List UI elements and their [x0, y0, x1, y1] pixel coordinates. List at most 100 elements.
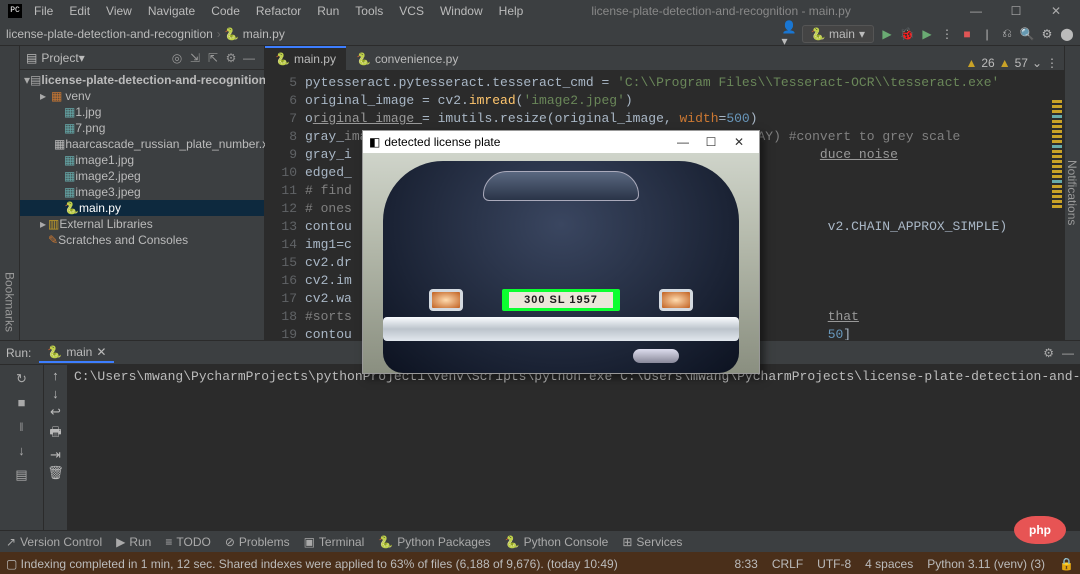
up-icon[interactable]: ↑ — [52, 369, 60, 384]
tree-item-external-libraries[interactable]: ▸▥ External Libraries — [20, 216, 264, 232]
notifications-tool-button[interactable]: Notifications — [1065, 150, 1079, 235]
project-tree[interactable]: ▾▤ license-plate-detection-and-recogniti… — [20, 70, 264, 250]
line-separator[interactable]: CRLF — [772, 557, 803, 571]
folder-icon: ▤ — [26, 51, 37, 65]
menu-navigate[interactable]: Navigate — [140, 2, 203, 20]
popup-minimize-button[interactable]: — — [669, 135, 697, 149]
services-button[interactable]: ⊞ Services — [622, 535, 682, 549]
popup-maximize-button[interactable]: ☐ — [697, 135, 725, 149]
menu-file[interactable]: File — [26, 2, 61, 20]
todo-tool-button[interactable]: ≡ TODO — [165, 535, 210, 549]
user-icon[interactable]: 👤▾ — [782, 27, 796, 41]
run-icon[interactable]: ▶ — [880, 27, 894, 41]
tree-item-haarcascade_russian_plate_number-xml[interactable]: ▦ haarcascade_russian_plate_number.xml — [20, 136, 264, 152]
python-console-button[interactable]: 🐍 Python Console — [505, 535, 609, 549]
stop-icon[interactable]: ■ — [12, 393, 32, 413]
debug-icon[interactable]: 🐞 — [900, 27, 914, 41]
editor-tab-convenience-py[interactable]: 🐍convenience.py — [346, 46, 468, 70]
run-config-dropdown[interactable]: 🐍 main ▾ — [802, 25, 874, 43]
project-panel-title[interactable]: Project — [41, 51, 78, 65]
tree-item-scratches-and-consoles[interactable]: ✎ Scratches and Consoles — [20, 232, 264, 248]
tree-root[interactable]: ▾▤ license-plate-detection-and-recogniti… — [20, 72, 264, 88]
gear-icon[interactable]: ⚙ — [1040, 27, 1054, 41]
gear-icon[interactable]: ⚙ — [222, 49, 240, 67]
target-icon[interactable]: ◎ — [168, 49, 186, 67]
minimize-button[interactable]: — — [956, 0, 996, 22]
wrap-icon[interactable]: ↩ — [50, 405, 61, 420]
menu-help[interactable]: Help — [491, 2, 532, 20]
frames-icon[interactable]: ▤ — [12, 465, 32, 485]
maximize-button[interactable]: ☐ — [996, 0, 1036, 22]
bookmarks-tool-button[interactable]: Bookmarks — [1, 264, 19, 340]
left-tool-strip: Project Bookmarks Structure — [0, 46, 20, 340]
indent-setting[interactable]: 4 spaces — [865, 557, 913, 571]
python-packages-button[interactable]: 🐍 Python Packages — [378, 535, 490, 549]
license-plate-detection: 300 SL 1957 — [502, 289, 620, 311]
chevron-down-icon[interactable]: ▾ — [79, 51, 85, 65]
print-icon[interactable]: 🖶 — [49, 423, 61, 445]
collapse-icon[interactable]: ⇱ — [204, 49, 222, 67]
menu-view[interactable]: View — [98, 2, 140, 20]
expand-icon[interactable]: ⇲ — [186, 49, 204, 67]
main-menu: FileEditViewNavigateCodeRefactorRunTools… — [26, 2, 531, 20]
hints-icon[interactable]: ⌄ — [1032, 56, 1042, 70]
down-icon[interactable]: ↓ — [52, 387, 60, 402]
warnings-icon[interactable]: ▲ — [965, 56, 977, 70]
minimap[interactable] — [1050, 70, 1064, 340]
tree-item-1-jpg[interactable]: ▦ 1.jpg — [20, 104, 264, 120]
editor-tabs: 🐍main.py🐍convenience.py ▲ 26 ▲ 57 ⌄ ⋮ — [265, 46, 1064, 70]
tree-item-image1-jpg[interactable]: ▦ image1.jpg — [20, 152, 264, 168]
caret-position[interactable]: 8:33 — [734, 557, 757, 571]
structure-tool-button[interactable]: Structure — [0, 161, 1, 226]
problems-tool-button[interactable]: ⊘ Problems — [225, 535, 290, 549]
file-encoding[interactable]: UTF-8 — [817, 557, 851, 571]
menu-refactor[interactable]: Refactor — [248, 2, 309, 20]
pause-icon[interactable]: ‖ — [12, 417, 32, 437]
tree-item-venv[interactable]: ▸▦ venv — [20, 88, 264, 104]
breadcrumb-project[interactable]: license-plate-detection-and-recognition — [6, 27, 213, 41]
menu-run[interactable]: Run — [309, 2, 347, 20]
trash-icon[interactable]: 🗑 — [47, 466, 64, 481]
more-run-icon[interactable]: ⋮ — [940, 27, 954, 41]
lock-icon[interactable]: 🔒 — [1059, 557, 1074, 571]
breadcrumb-file[interactable]: main.py — [243, 27, 285, 41]
image-popup-window[interactable]: ◧ detected license plate — ☐ ✕ 300 SL 19… — [362, 130, 760, 374]
python-interpreter[interactable]: Python 3.11 (venv) (3) — [927, 557, 1045, 571]
rerun-icon[interactable]: ↻ — [12, 369, 32, 389]
hide-icon[interactable]: — — [1062, 346, 1074, 360]
run-tool-button[interactable]: ▶ Run — [116, 535, 151, 549]
menu-tools[interactable]: Tools — [347, 2, 391, 20]
warnings-icon[interactable]: ▲ — [999, 56, 1011, 70]
breadcrumb[interactable]: license-plate-detection-and-recognition … — [6, 27, 285, 41]
profile-icon[interactable]: ▶ — [920, 27, 934, 41]
window-title: license-plate-detection-and-recognition … — [531, 4, 956, 18]
menu-code[interactable]: Code — [203, 2, 248, 20]
menu-vcs[interactable]: VCS — [391, 2, 432, 20]
more-icon[interactable]: ⋮ — [1046, 56, 1058, 70]
run-tab[interactable]: 🐍 main ✕ — [39, 343, 114, 363]
close-button[interactable]: ✕ — [1036, 0, 1076, 22]
chevron-down-icon: ▾ — [859, 27, 865, 41]
php-watermark: php — [1014, 516, 1066, 544]
close-icon[interactable]: ✕ — [96, 345, 106, 359]
notif-icon[interactable]: ⬤ — [1060, 27, 1074, 41]
down-icon[interactable]: ↓ — [12, 441, 32, 461]
tree-item-image3-jpeg[interactable]: ▦ image3.jpeg — [20, 184, 264, 200]
popup-close-button[interactable]: ✕ — [725, 135, 753, 149]
tree-item-image2-jpeg[interactable]: ▦ image2.jpeg — [20, 168, 264, 184]
git-icon[interactable]: ⎌ — [1000, 27, 1014, 41]
tree-item-main-py[interactable]: 🐍 main.py — [20, 200, 264, 216]
search-icon[interactable]: 🔍 — [1020, 27, 1034, 41]
editor-tab-main-py[interactable]: 🐍main.py — [265, 46, 346, 70]
run-output[interactable]: C:\Users\mwang\PycharmProjects\pythonPro… — [68, 365, 1080, 530]
hide-icon[interactable]: — — [240, 49, 258, 67]
version-control-button[interactable]: ↗ Version Control — [6, 535, 102, 549]
indexing-status[interactable]: ▢ Indexing completed in 1 min, 12 sec. S… — [6, 557, 618, 571]
gear-icon[interactable]: ⚙ — [1043, 346, 1054, 360]
tree-item-7-png[interactable]: ▦ 7.png — [20, 120, 264, 136]
terminal-tool-button[interactable]: ▣ Terminal — [304, 535, 365, 549]
wrap-lines-icon[interactable]: ⇥ — [50, 448, 61, 463]
menu-edit[interactable]: Edit — [61, 2, 98, 20]
stop-icon[interactable]: ■ — [960, 27, 974, 41]
menu-window[interactable]: Window — [432, 2, 491, 20]
